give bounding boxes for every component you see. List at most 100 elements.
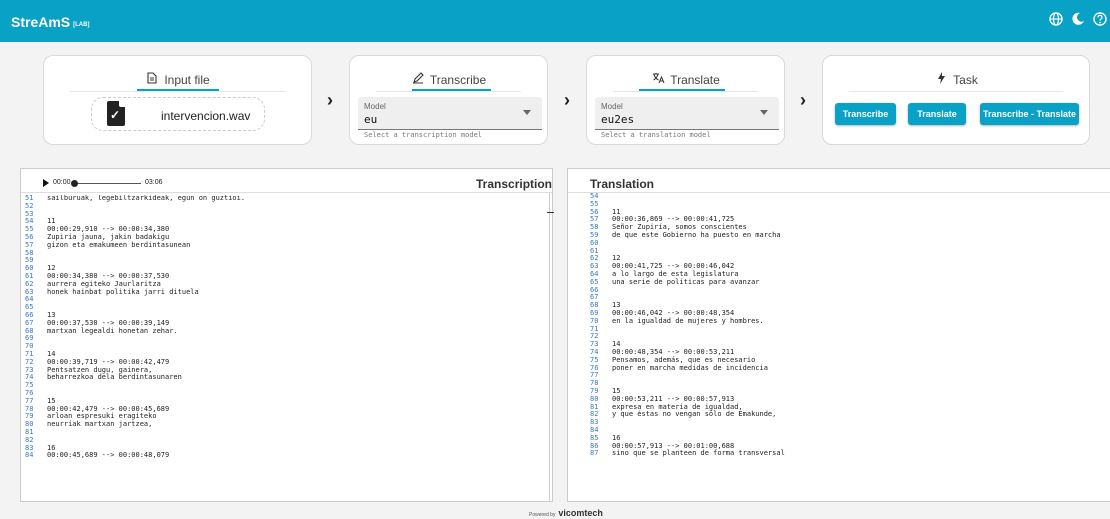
code-line: 60 (586, 239, 1110, 248)
line-text: poner en marcha medidas de incidencia (612, 363, 768, 372)
code-line: 64 (21, 296, 552, 304)
transcribe-title: Transcribe (350, 72, 547, 87)
transcription-panel: 00:00 03:06 Transcription 51 sailburuak, … (20, 168, 554, 502)
line-text: 00:00:34,380 --> 00:00:37,530 (47, 271, 170, 280)
select-value: eu (364, 113, 378, 126)
code-line: 57 gizon eta emakumeen berdintasunean (21, 240, 552, 250)
tab-indicator (412, 89, 491, 91)
code-line: 53 (21, 210, 552, 219)
task-title: Task (823, 72, 1089, 87)
divider (21, 192, 552, 193)
code-line: 78 (586, 379, 1110, 388)
scrollbar-thumb[interactable] (547, 212, 554, 213)
scrollbar[interactable] (549, 193, 550, 501)
line-text: Señor Zupiría, somos conscientes (612, 223, 747, 232)
line-text: de que este Gobierno ha puesto en marcha (612, 230, 781, 239)
app-bar: StreAmS [LAB] (0, 0, 1110, 42)
line-text: 15 (47, 396, 56, 405)
app-tag: [LAB] (73, 22, 90, 28)
line-text: honek hainbat politika jarri dituela (47, 287, 199, 296)
code-line: 67 (586, 294, 1110, 302)
select-value: eu2es (601, 113, 635, 126)
code-line: 65 (21, 303, 552, 312)
divider (849, 91, 1063, 92)
tab-indicator (639, 89, 725, 91)
line-text: 00:00:41,725 --> 00:00:46,042 (612, 262, 735, 271)
chevron-right-icon: › (800, 90, 806, 110)
code-line: 84 00:00:45,689 --> 00:00:48,079 (21, 451, 552, 460)
line-text: neurriak martxan jartzea, (47, 420, 153, 429)
line-text: 00:00:45,689 --> 00:00:48,079 (47, 451, 170, 460)
line-text: Pentsatzen dugu, gainera, (47, 365, 153, 374)
transcribe-translate-button[interactable]: Transcribe - Translate (980, 103, 1079, 125)
code-line: 87 sino que se planteen de forma transver… (586, 449, 1110, 458)
app-title: StreAmS [LAB] (11, 14, 90, 30)
code-line: 82 y que éstas no vengan sólo de Emakunde… (586, 410, 1110, 419)
select-label: Model (364, 102, 386, 111)
globe-icon[interactable] (1048, 12, 1064, 28)
caret-down-icon[interactable] (760, 110, 768, 115)
line-text: Pensamos, además, que es necesario (612, 355, 756, 364)
line-text: expresa en materia de igualdad, (612, 402, 743, 411)
line-text: 16 (47, 443, 56, 452)
help-icon[interactable] (1092, 12, 1108, 28)
translate-card: Translate Model eu2es Select a translati… (586, 55, 785, 145)
transcribe-button[interactable]: Transcribe (835, 103, 896, 125)
code-line: 76 poner en marcha medidas de incidencia (586, 363, 1110, 373)
translate-icon (651, 72, 665, 87)
code-line: 65 una serie de políticas para avanzar (586, 278, 1110, 287)
translation-model-select[interactable]: Model eu2es (595, 97, 779, 130)
transcription-editor[interactable]: 51 sailburuak, legebiltzarkideak, egun on… (21, 195, 552, 501)
line-text: 16 (612, 433, 621, 442)
code-line: 81 (21, 428, 552, 437)
code-line: 84 (586, 426, 1110, 435)
code-line: 71 (586, 325, 1110, 334)
line-text: 00:00:53,211 --> 00:00:57,913 (612, 394, 735, 403)
line-text: beharrezkoa dela berdintasunaren (47, 373, 182, 382)
code-line: 82 (21, 436, 552, 445)
line-text: 00:00:39,719 --> 00:00:42,479 (47, 357, 170, 366)
seek-bar[interactable] (73, 183, 141, 184)
code-line: 72 (586, 333, 1110, 341)
caret-down-icon[interactable] (523, 110, 531, 115)
line-text: 14 (47, 349, 56, 358)
divider (70, 91, 285, 92)
line-text: 13 (47, 310, 56, 319)
chevron-right-icon: › (327, 90, 333, 110)
code-line: 55 (586, 200, 1110, 209)
code-line: 70 en la igualdad de mujeres y hombres. (586, 317, 1110, 326)
line-text: a lo largo de esta legislatura (612, 269, 739, 278)
code-line: 54 (586, 193, 1110, 201)
chevron-right-icon: › (564, 90, 570, 110)
line-text: gizon eta emakumeen berdintasunean (47, 240, 191, 249)
play-icon[interactable] (43, 179, 49, 187)
line-text: 00:00:29,910 --> 00:00:34,380 (47, 225, 170, 234)
line-text: y que éstas no vengan sólo de Emakunde, (612, 410, 777, 419)
translate-button[interactable]: Translate (908, 103, 966, 125)
translation-editor[interactable]: 54 55 56 11 57 00:00:36,869 --> 00:00:41,725 5… (568, 193, 1110, 501)
code-line: 70 (21, 342, 552, 351)
line-text: 13 (612, 301, 621, 310)
code-line: 77 (586, 372, 1110, 380)
line-text: 00:00:48,354 --> 00:00:53,211 (612, 347, 735, 356)
transcription-model-select[interactable]: Model eu (358, 97, 542, 130)
line-text: 00:00:36,869 --> 00:00:41,725 (612, 215, 735, 224)
task-card: Task Transcribe Translate Transcribe - T… (822, 55, 1090, 145)
moon-icon[interactable] (1070, 12, 1086, 28)
code-line: 63 honek hainbat politika jarri dituela (21, 287, 552, 297)
code-line: 66 (586, 286, 1110, 295)
line-text: Zupiria jauna, jakin badakigu (47, 232, 170, 241)
line-text: 00:00:37,530 --> 00:00:39,149 (47, 318, 170, 327)
line-text: 11 (47, 217, 56, 226)
code-line: 61 (586, 247, 1110, 256)
tab-indicator (137, 89, 219, 91)
seek-handle[interactable] (71, 180, 78, 187)
file-icon (145, 72, 159, 87)
select-label: Model (601, 102, 623, 111)
code-line: 74 beharrezkoa dela berdintasunaren (21, 373, 552, 382)
line-text: 14 (612, 340, 621, 349)
current-time: 00:00 (53, 179, 71, 186)
input-file-card: Input file ✓ intervencion.wav (43, 55, 312, 145)
line-text: 00:00:46,042 --> 00:00:48,354 (612, 308, 735, 317)
check-icon: ✓ (110, 108, 121, 122)
